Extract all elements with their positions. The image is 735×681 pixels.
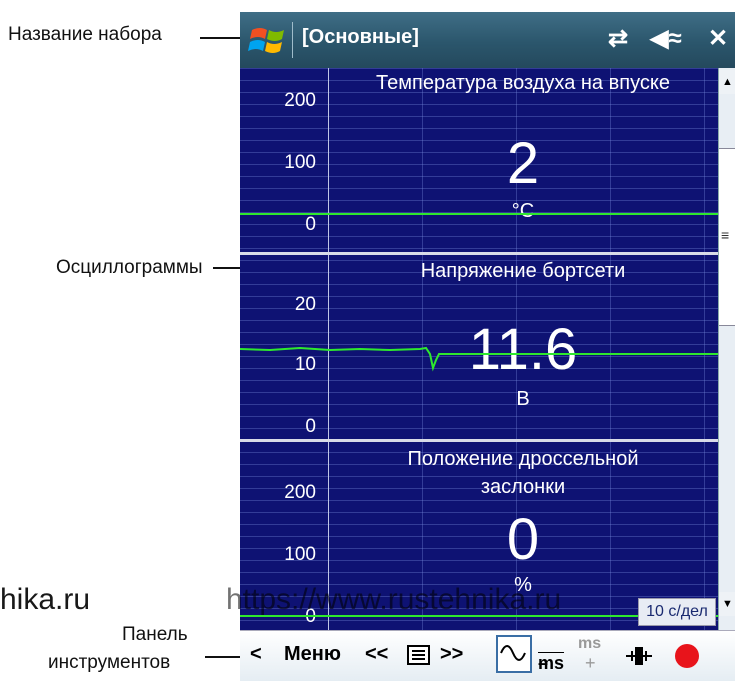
vertical-scrollbar[interactable]: ▲ ≡ ▼ — [718, 68, 735, 630]
grip-icon: ≡ — [721, 227, 730, 243]
annotation-toolbar-line2: инструментов — [48, 652, 171, 673]
toolbar: < Меню << >> – ms ms + — [240, 630, 735, 681]
oscilloscope-area[interactable]: 200 100 0 Температура воздуха на впуске … — [240, 68, 718, 630]
menu-button[interactable]: Меню — [284, 643, 341, 666]
trigger-icon[interactable] — [624, 641, 654, 671]
scroll-up-icon[interactable]: ▲ — [719, 70, 735, 94]
next-button[interactable]: >> — [440, 643, 463, 666]
title-separator — [292, 22, 293, 58]
annotation-set-name: Название набора — [8, 24, 162, 45]
record-icon[interactable] — [672, 641, 702, 671]
set-name-title[interactable]: [Основные] — [302, 26, 419, 49]
watermark-left: hika.ru — [0, 583, 91, 616]
close-icon[interactable]: ✕ — [708, 24, 728, 53]
scroll-down-icon[interactable]: ▼ — [719, 592, 735, 616]
annotation-toolbar-line1: Панель — [122, 624, 188, 645]
waveform-traces — [240, 213, 718, 617]
ms-plus-sign[interactable]: + — [585, 653, 596, 674]
scroll-thumb[interactable]: ≡ — [719, 148, 735, 326]
watermark-right: https://www.rustehnika.ru — [226, 583, 562, 616]
title-bar: [Основные] ⇄ ◀≈ ✕ — [240, 12, 735, 68]
windows-start-icon[interactable] — [248, 20, 290, 60]
volume-icon[interactable]: ◀≈ — [650, 24, 682, 53]
waveform-mode-icon[interactable] — [496, 635, 532, 673]
trace-voltage — [240, 346, 718, 372]
list-icon[interactable] — [406, 643, 432, 669]
back-button[interactable]: < — [250, 643, 262, 666]
connectivity-icon[interactable]: ⇄ — [608, 24, 628, 53]
annotation-waveforms: Осциллограммы — [56, 257, 203, 278]
ms-plus-top[interactable]: ms — [578, 635, 601, 653]
previous-button[interactable]: << — [365, 643, 388, 666]
ms-minus-label[interactable]: ms — [538, 653, 564, 674]
device-screen: [Основные] ⇄ ◀≈ ✕ 200 100 0 Температура … — [240, 12, 735, 681]
time-scale[interactable]: 10 с/дел — [638, 598, 716, 626]
